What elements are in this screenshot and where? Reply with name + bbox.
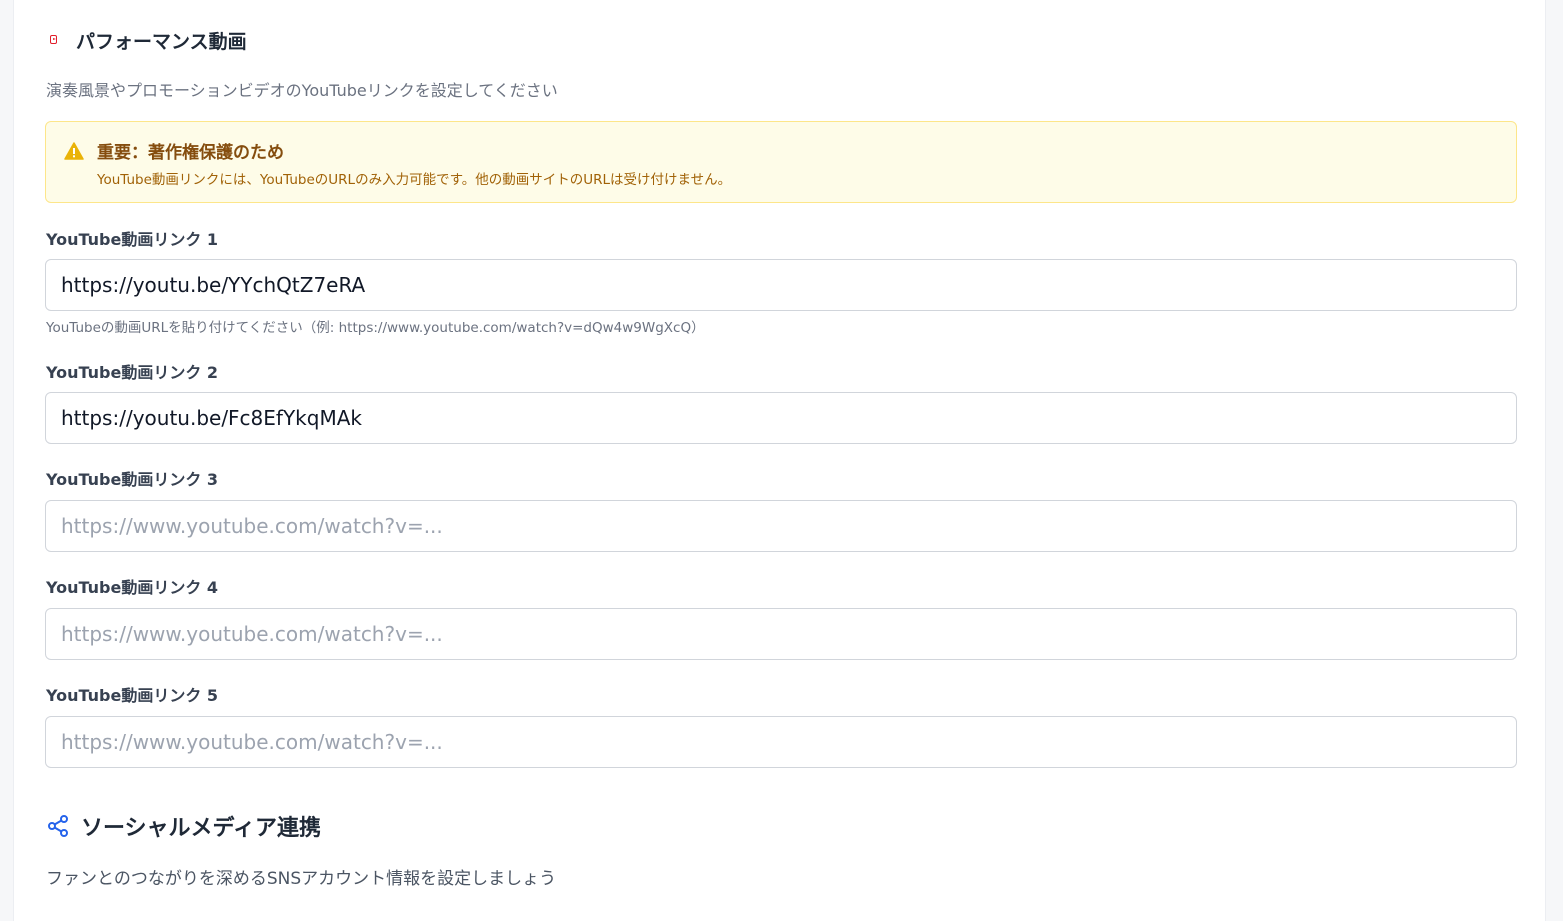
copyright-warning-box: 重要：著作権保護のため YouTube動画リンクには、YouTubeのURLのみ… (45, 121, 1517, 203)
youtube-link-1-input[interactable] (45, 259, 1517, 311)
youtube-link-help-text: YouTubeの動画URLを貼り付けてください（例: https://www.y… (46, 320, 705, 336)
social-section-title: ソーシャルメディア連携 (81, 816, 322, 841)
share-icon (48, 815, 68, 837)
youtube-icon (50, 35, 57, 44)
youtube-link-5-input[interactable] (45, 716, 1517, 768)
video-section-title: パフォーマンス動画 (76, 31, 247, 53)
warning-title: 重要：著作権保護のため (97, 143, 284, 163)
youtube-link-3-label: YouTube動画リンク 3 (46, 470, 219, 489)
video-section-description: 演奏風景やプロモーションビデオのYouTubeリンクを設定してください (46, 81, 558, 100)
warning-triangle-icon (64, 142, 84, 160)
profile-edit-card: パフォーマンス動画 演奏風景やプロモーションビデオのYouTubeリンクを設定し… (13, 0, 1546, 921)
social-section-description: ファンとのつながりを深めるSNSアカウント情報を設定しましょう (46, 869, 557, 889)
youtube-link-2-label: YouTube動画リンク 2 (46, 363, 219, 382)
warning-text: YouTube動画リンクには、YouTubeのURLのみ入力可能です。他の動画サ… (97, 172, 732, 188)
youtube-link-5-label: YouTube動画リンク 5 (46, 686, 219, 705)
youtube-link-4-input[interactable] (45, 608, 1517, 660)
youtube-link-1-label: YouTube動画リンク 1 (46, 230, 219, 249)
youtube-link-3-input[interactable] (45, 500, 1517, 552)
youtube-link-4-label: YouTube動画リンク 4 (46, 578, 219, 597)
youtube-link-2-input[interactable] (45, 392, 1517, 444)
